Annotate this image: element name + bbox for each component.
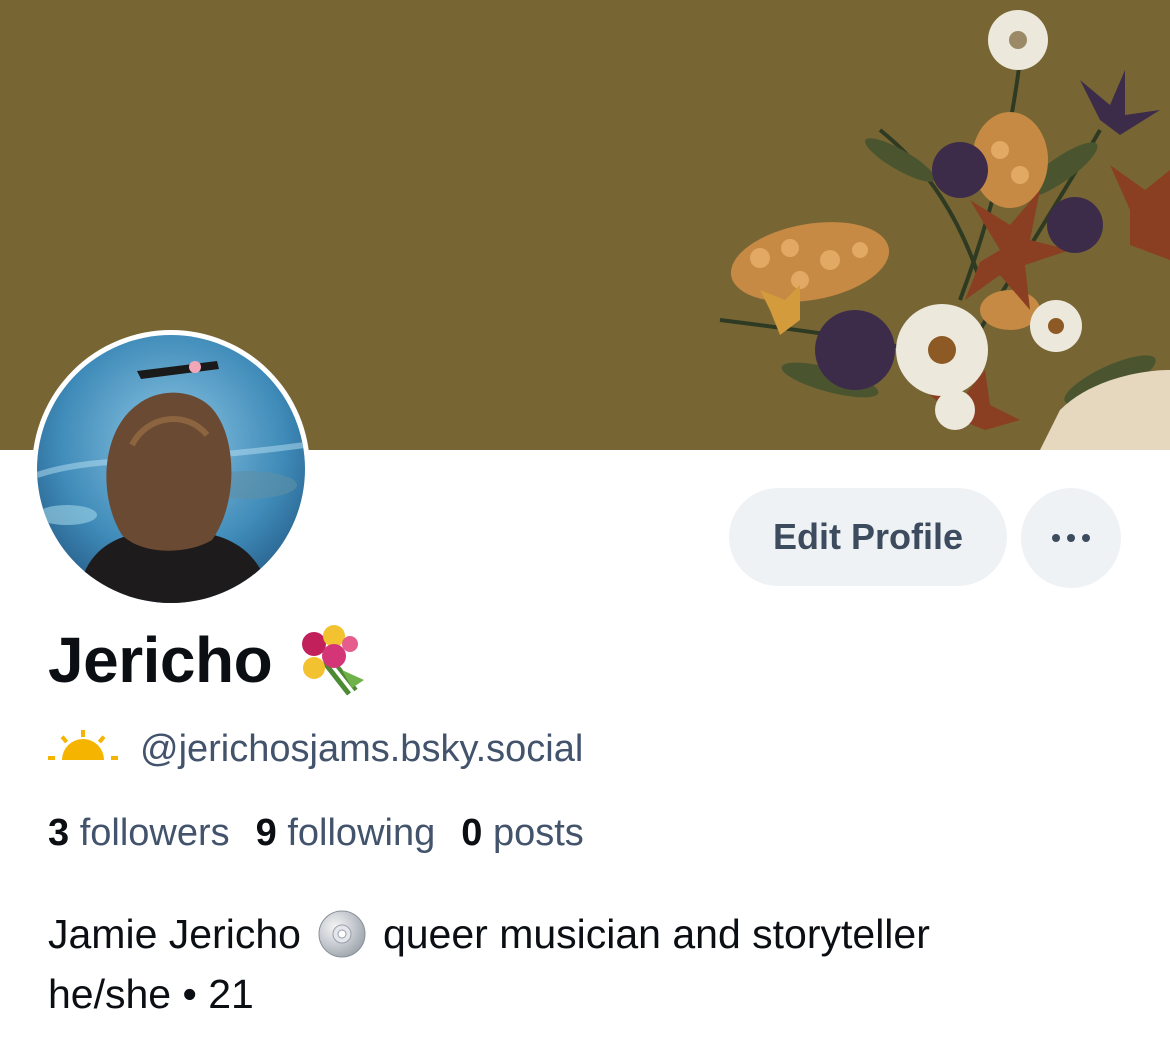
display-name: Jericho — [48, 624, 273, 696]
display-name-row: Jericho — [48, 622, 370, 698]
followers-count: 3 — [48, 812, 70, 854]
profile-stats: 3 followers 9 following 0 posts — [48, 812, 610, 855]
avatar-photo — [37, 335, 305, 603]
profile-bio: Jamie Jericho queer musician and storyte… — [48, 904, 930, 1024]
followers-stat[interactable]: 3 followers — [48, 812, 230, 855]
avatar[interactable] — [32, 330, 310, 608]
disc-emoji — [317, 909, 367, 959]
posts-label: posts — [492, 812, 584, 854]
following-label: following — [287, 812, 436, 854]
bio-line-2: he/she • 21 — [48, 971, 254, 1017]
more-options-button[interactable] — [1021, 488, 1121, 588]
following-stat[interactable]: 9 following — [256, 812, 436, 855]
bio-description: queer musician and storyteller — [382, 911, 930, 957]
bio-name: Jamie Jericho — [48, 911, 301, 957]
edit-profile-button[interactable]: Edit Profile — [729, 488, 1007, 586]
followers-label: followers — [79, 812, 230, 854]
posts-stat: 0 posts — [461, 812, 584, 855]
bouquet-emoji — [294, 622, 370, 698]
bio-line-1: Jamie Jericho queer musician and storyte… — [48, 904, 930, 964]
ellipsis-icon — [1052, 534, 1090, 542]
following-count: 9 — [255, 812, 277, 854]
sunrise-emoji — [48, 729, 118, 769]
posts-count: 0 — [461, 812, 483, 854]
handle[interactable]: @jerichosjams.bsky.social — [140, 728, 583, 771]
handle-row: @jerichosjams.bsky.social — [48, 724, 583, 774]
